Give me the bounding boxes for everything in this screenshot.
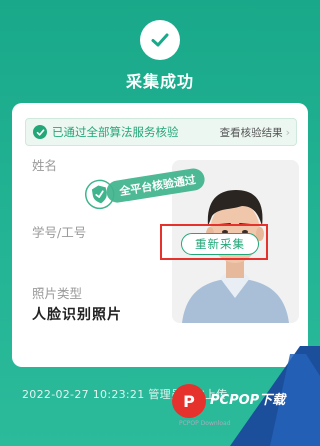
photo-type-label: 照片类型	[32, 286, 83, 301]
watermark-subtext: PCPOP Download	[179, 420, 231, 427]
view-result-label: 查看核验结果	[219, 126, 283, 139]
page-title: 采集成功	[125, 72, 194, 91]
watermark-text: PCPOP下载	[210, 393, 286, 408]
retake-button[interactable]: 重新采集	[181, 233, 259, 255]
verified-check-icon	[33, 125, 47, 139]
stamp-label: 全平台核验通过	[104, 166, 207, 205]
svg-text:P: P	[183, 392, 195, 411]
student-id-label: 学号/工号	[32, 225, 87, 240]
name-label: 姓名	[32, 158, 58, 173]
chevron-right-icon: ›	[285, 125, 290, 139]
watermark-logo: P	[172, 384, 206, 418]
view-verification-result-link[interactable]: 查看核验结果 ›	[220, 125, 290, 140]
verification-status-text: 已通过全部算法服务核验	[52, 125, 179, 139]
success-check-badge	[140, 20, 180, 60]
photo-type-value: 人脸识别照片	[32, 307, 122, 323]
verification-banner[interactable]: 已通过全部算法服务核验 查看核验结果 ›	[25, 118, 297, 146]
check-icon	[151, 33, 169, 47]
